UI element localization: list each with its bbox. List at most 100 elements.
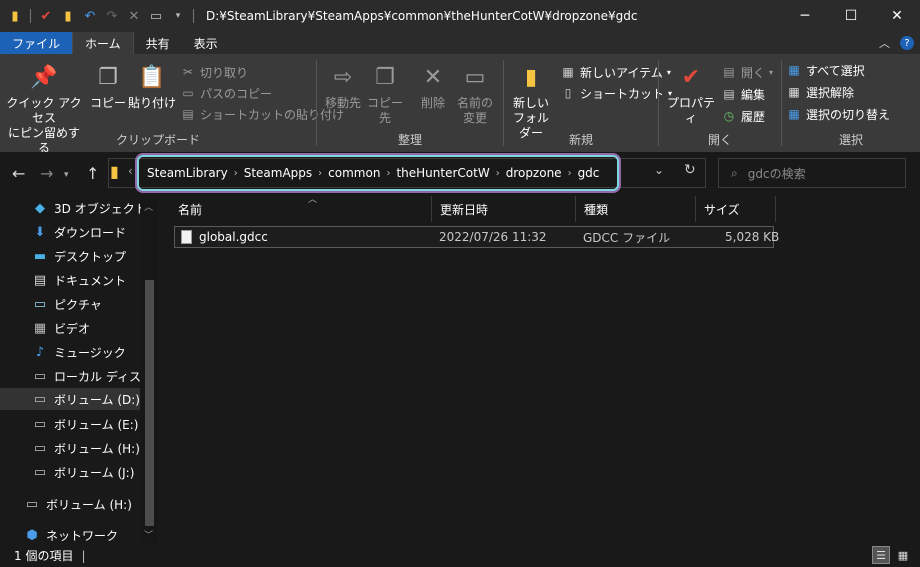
properties-icon[interactable]: ✔ — [37, 7, 55, 25]
nav-item-label: ボリューム (H:) — [54, 441, 140, 456]
copy-to-label: コピー先 — [366, 96, 403, 125]
redo-icon[interactable]: ↷ — [103, 7, 121, 25]
properties-button[interactable]: ✔ プロパティ — [665, 62, 717, 126]
tab-view[interactable]: 表示 — [182, 32, 230, 54]
rename-icon[interactable]: ▭ — [147, 7, 165, 25]
chevron-right-icon[interactable]: › — [234, 168, 238, 179]
select-none-label: 選択解除 — [806, 85, 855, 100]
breadcrumb-item[interactable]: dropzone — [506, 166, 562, 180]
scroll-up-icon[interactable]: ︿ — [144, 200, 153, 213]
edit-icon: ▤ — [723, 87, 735, 101]
easy-access-button[interactable]: ▯ ショートカット ▾ — [560, 83, 672, 103]
column-name-label: 名前 — [178, 202, 203, 217]
paste-button[interactable]: 📋 貼り付け — [128, 62, 176, 111]
nav-item-volume-j[interactable]: ▭ ボリューム (J:) — [32, 461, 135, 483]
nav-item-documents[interactable]: ▤ ドキュメント — [32, 269, 126, 291]
nav-item-volume-e[interactable]: ▭ ボリューム (E:) — [32, 413, 139, 435]
details-view-icon[interactable]: ☰ — [872, 546, 890, 564]
file-size: 5,028 KB — [725, 230, 780, 244]
open-label: 開く — [741, 65, 766, 80]
column-header-type[interactable]: 種類 — [576, 196, 696, 222]
nav-item-network[interactable]: ⬢ ネットワーク — [24, 524, 118, 544]
new-item-button[interactable]: ▦ 新しいアイテム ▾ — [560, 62, 671, 82]
nav-item-downloads[interactable]: ⬇ ダウンロード — [32, 221, 126, 243]
tab-share[interactable]: 共有 — [134, 32, 182, 54]
nav-item-3d-objects[interactable]: ◆ 3D オブジェクト — [32, 197, 147, 219]
search-placeholder: gdcの検索 — [747, 166, 806, 181]
large-icons-view-icon[interactable]: ▦ — [894, 546, 912, 564]
up-arrow-icon[interactable]: ↑ — [86, 164, 99, 183]
3d-objects-icon: ◆ — [35, 200, 45, 216]
cut-button[interactable]: ✂ 切り取り — [180, 62, 248, 82]
help-icon[interactable]: ? — [900, 36, 914, 50]
file-row[interactable]: global.gdcc 2022/07/26 11:32 GDCC ファイル 5… — [174, 226, 779, 248]
rename-button[interactable]: ▭ 名前の 変更 — [453, 62, 497, 126]
breadcrumb-item[interactable]: common — [328, 166, 380, 180]
new-folder-icon[interactable]: ▮ — [59, 7, 77, 25]
breadcrumb-item[interactable]: gdc — [578, 166, 600, 180]
close-button[interactable]: ✕ — [874, 0, 920, 32]
nav-item-music[interactable]: ♪ ミュージック — [32, 341, 126, 363]
nav-item-desktop[interactable]: ▬ デスクトップ — [32, 245, 126, 267]
open-group: ✔ プロパティ ▤ 開く ▾ ▤ 編集 ◷ 履歴 開く — [659, 54, 781, 152]
copy-path-button[interactable]: ▭ パスのコピー — [180, 83, 272, 103]
delete-button[interactable]: ✕ 削除 — [413, 62, 453, 111]
recent-locations-icon[interactable]: ▾ — [64, 170, 69, 180]
column-header-name[interactable]: 名前 ︿ — [170, 195, 432, 222]
chevron-right-icon[interactable]: › — [496, 168, 500, 179]
new-folder-button[interactable]: ▮ 新しい フォルダー — [508, 62, 554, 141]
open-button[interactable]: ▤ 開く ▾ — [721, 62, 773, 82]
copy-icon: ❐ — [98, 64, 118, 90]
column-header-size[interactable]: サイズ — [696, 196, 776, 222]
chevron-right-icon[interactable]: › — [568, 168, 572, 179]
move-to-icon: ⇨ — [333, 64, 353, 90]
breadcrumb-item[interactable]: SteamApps — [244, 166, 312, 180]
chevron-right-icon[interactable]: › — [386, 168, 390, 179]
undo-icon[interactable]: ↶ — [81, 7, 99, 25]
tab-home[interactable]: ホーム — [72, 32, 134, 54]
select-none-button[interactable]: ▦ 選択解除 — [786, 82, 854, 102]
collapse-ribbon-icon[interactable]: ︿ — [879, 35, 890, 51]
scroll-down-icon[interactable]: ﹀ — [144, 528, 153, 541]
copy-button[interactable]: ❐ コピー — [88, 62, 128, 111]
search-input[interactable]: ⌕ gdcの検索 — [718, 158, 906, 188]
copy-path-icon: ▭ — [182, 86, 194, 100]
nav-item-volume-h[interactable]: ▭ ボリューム (H:) — [32, 437, 140, 459]
chevron-right-icon[interactable]: › — [318, 168, 322, 179]
scrollbar-thumb[interactable] — [145, 280, 154, 526]
copy-to-button[interactable]: ❐ コピー先 — [363, 62, 407, 126]
maximize-button[interactable]: ☐ — [828, 0, 874, 32]
address-dropdown-icon[interactable]: ⌄ — [654, 163, 664, 177]
nav-item-volume-d[interactable]: ▭ ボリューム (D:) — [0, 388, 140, 410]
move-to-button[interactable]: ⇨ 移動先 — [321, 62, 365, 111]
nav-item-label: ボリューム (H:) — [46, 497, 132, 512]
back-arrow-icon[interactable]: ← — [12, 164, 25, 183]
copy-label: コピー — [89, 96, 126, 110]
tab-file[interactable]: ファイル — [0, 32, 73, 54]
minimize-button[interactable]: ─ — [782, 0, 828, 32]
breadcrumb-item[interactable]: theHunterCotW — [396, 166, 489, 180]
refresh-icon[interactable]: ↻ — [684, 162, 696, 178]
forward-arrow-icon[interactable]: → — [40, 164, 53, 183]
nav-item-videos[interactable]: ▦ ビデオ — [32, 317, 90, 339]
edit-button[interactable]: ▤ 編集 — [721, 84, 765, 104]
chevron-down-icon[interactable]: ▾ — [169, 7, 187, 25]
clipboard-group-label: クリップボード — [115, 133, 200, 147]
navigation-scrollbar[interactable]: ︿ ﹀ — [141, 196, 158, 544]
breadcrumb-item[interactable]: SteamLibrary — [147, 166, 228, 180]
chevron-left-icon[interactable]: ‹ — [128, 164, 133, 178]
column-header-modified[interactable]: 更新日時 — [432, 196, 576, 222]
invert-selection-button[interactable]: ▦ 選択の切り替え — [786, 104, 890, 124]
delete-label: 削除 — [420, 96, 445, 110]
nav-item-local-disk-c[interactable]: ▭ ローカル ディスク (C:) — [32, 365, 158, 387]
delete-icon[interactable]: ✕ — [125, 7, 143, 25]
select-all-button[interactable]: ▦ すべて選択 — [786, 60, 864, 80]
history-button[interactable]: ◷ 履歴 — [721, 106, 765, 126]
nav-item-label: デスクトップ — [54, 249, 127, 264]
clipboard-group: 📌 クイック アクセス にピン留めする ❐ コピー 📋 貼り付け ✂ 切り取り … — [0, 54, 344, 155]
folder-icon: ▮ — [110, 162, 119, 181]
nav-item-volume-h-root[interactable]: ▭ ボリューム (H:) — [24, 493, 132, 515]
file-type: GDCC ファイル — [583, 230, 671, 245]
nav-item-pictures[interactable]: ▭ ピクチャ — [32, 293, 102, 315]
ribbon: 📌 クイック アクセス にピン留めする ❐ コピー 📋 貼り付け ✂ 切り取り … — [0, 54, 920, 155]
